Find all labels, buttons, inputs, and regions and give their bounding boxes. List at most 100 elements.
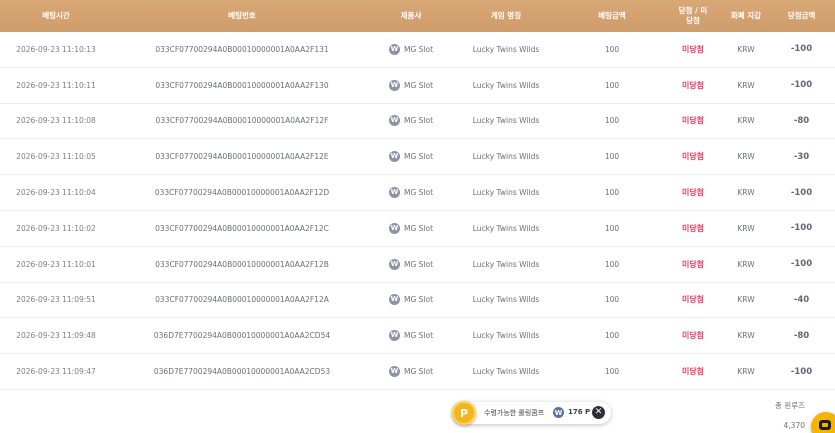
total-value: 4,370	[783, 421, 805, 430]
cell-provider: W MG Slot	[372, 79, 450, 91]
cell-game: Lucky Twins Wilds	[472, 80, 540, 90]
table-row[interactable]: 2026-09-23 11:09:47 036D7E7700294A0B0001…	[0, 354, 835, 390]
table-row[interactable]: 2026-09-23 11:10:08 033CF07700294A0B0001…	[0, 104, 835, 140]
mg-slot-logo-icon: W	[388, 151, 400, 163]
cell-bet-amount: 100	[604, 44, 620, 54]
cell-bet-amount: 100	[604, 367, 620, 377]
cell-time: 2026-09-23 11:10:11	[16, 80, 96, 90]
cell-currency: KRW	[737, 223, 755, 233]
col-header-win: 당첨금액	[787, 11, 816, 20]
bet-history-table: 베팅시간 베팅번호 제품사 게임 명칭 베팅금액 당첨 / 미당첨 화폐 지갑 …	[0, 0, 835, 390]
cell-game: Lucky Twins Wilds	[472, 152, 540, 162]
provider-name: MG Slot	[403, 188, 434, 198]
cell-result: 미당첨	[681, 188, 705, 198]
cell-win-amount: -100	[790, 80, 813, 91]
provider-name: MG Slot	[403, 259, 434, 269]
rolling-comp-label: 수령가능한 롤링콤프	[484, 409, 545, 417]
cell-time: 2026-09-23 11:10:13	[16, 44, 96, 54]
col-header-currency: 화폐 지갑	[730, 11, 762, 20]
provider-name: MG Slot	[403, 80, 434, 90]
cell-win-amount: -80	[793, 330, 810, 341]
table-row[interactable]: 2026-09-23 11:10:04 033CF07700294A0B0001…	[0, 175, 835, 211]
cell-currency: KRW	[737, 295, 755, 305]
cell-provider: W MG Slot	[372, 294, 450, 306]
col-header-time: 베팅시간	[42, 11, 70, 20]
cell-currency: KRW	[737, 331, 755, 341]
cell-game: Lucky Twins Wilds	[472, 295, 540, 305]
cell-bet-id: 033CF07700294A0B00010000001A0AA2F12D	[154, 188, 330, 198]
provider-name: MG Slot	[403, 116, 434, 126]
col-header-provider: 제품사	[400, 11, 422, 20]
cell-win-amount: -100	[790, 223, 813, 234]
provider-name: MG Slot	[403, 367, 434, 377]
cell-provider: W MG Slot	[372, 366, 450, 378]
col-header-game: 게임 명칭	[490, 11, 522, 20]
mg-slot-logo-icon: W	[388, 330, 400, 342]
cell-bet-id: 036D7E7700294A0B00010000001A0AA2CD54	[153, 331, 331, 341]
cell-time: 2026-09-23 11:10:04	[16, 188, 96, 198]
cell-time: 2026-09-23 11:10:05	[16, 152, 96, 162]
cell-time: 2026-09-23 11:09:47	[16, 367, 96, 377]
cell-game: Lucky Twins Wilds	[472, 188, 540, 198]
cell-time: 2026-09-23 11:09:51	[16, 295, 96, 305]
table-row[interactable]: 2026-09-23 11:09:51 033CF07700294A0B0001…	[0, 283, 835, 319]
cell-time: 2026-09-23 11:10:01	[16, 259, 96, 269]
cell-result: 미당첨	[681, 331, 705, 341]
cell-provider: W MG Slot	[372, 258, 450, 270]
mg-slot-logo-icon: W	[388, 115, 400, 127]
rolling-comp-banner[interactable]: P 수령가능한 롤링콤프 W 176 P ✕	[452, 401, 611, 425]
cell-bet-id: 033CF07700294A0B00010000001A0AA2F12C	[155, 223, 329, 233]
cell-result: 미당첨	[681, 295, 705, 305]
mg-slot-logo-icon: W	[388, 187, 400, 199]
cell-time: 2026-09-23 11:09:48	[16, 331, 96, 341]
cell-bet-id: 033CF07700294A0B00010000001A0AA2F12E	[155, 152, 329, 162]
table-row[interactable]: 2026-09-23 11:10:11 033CF07700294A0B0001…	[0, 68, 835, 104]
provider-name: MG Slot	[403, 331, 434, 341]
mg-slot-logo-icon: W	[388, 43, 400, 55]
table-body: 2026-09-23 11:10:13 033CF07700294A0B0001…	[0, 32, 835, 390]
cell-bet-id: 033CF07700294A0B00010000001A0AA2F131	[155, 44, 329, 54]
cell-provider: W MG Slot	[372, 43, 450, 55]
cell-win-amount: -80	[793, 115, 810, 126]
table-row[interactable]: 2026-09-23 11:10:02 033CF07700294A0B0001…	[0, 211, 835, 247]
chat-icon	[819, 420, 831, 430]
cell-provider: W MG Slot	[372, 330, 450, 342]
cell-bet-amount: 100	[604, 223, 620, 233]
cell-bet-amount: 100	[604, 188, 620, 198]
total-label: 총 윈루즈	[775, 401, 805, 410]
cell-result: 미당첨	[681, 152, 705, 162]
cell-result: 미당첨	[681, 223, 705, 233]
cell-bet-amount: 100	[604, 295, 620, 305]
cell-currency: KRW	[737, 259, 755, 269]
cell-result: 미당첨	[681, 44, 705, 54]
cell-currency: KRW	[737, 80, 755, 90]
table-row[interactable]: 2026-09-23 11:09:48 036D7E7700294A0B0001…	[0, 318, 835, 355]
col-header-bet: 베팅금액	[598, 11, 626, 20]
provider-name: MG Slot	[403, 223, 434, 233]
cell-provider: W MG Slot	[372, 222, 450, 234]
cell-result: 미당첨	[681, 259, 705, 269]
cell-currency: KRW	[737, 152, 755, 162]
point-badge-icon: P	[452, 401, 476, 425]
col-header-id: 베팅번호	[228, 11, 256, 20]
table-row[interactable]: 2026-09-23 11:10:05 033CF07700294A0B0001…	[0, 139, 835, 176]
chat-button[interactable]	[811, 412, 835, 433]
table-row[interactable]: 2026-09-23 11:10:13 033CF07700294A0B0001…	[0, 32, 835, 68]
cell-game: Lucky Twins Wilds	[472, 44, 540, 54]
cell-result: 미당첨	[681, 367, 705, 377]
cell-game: Lucky Twins Wilds	[472, 331, 540, 341]
cell-provider: W MG Slot	[372, 115, 450, 127]
close-icon[interactable]: ✕	[592, 406, 605, 419]
mg-slot-logo-icon: W	[388, 79, 400, 91]
mg-slot-logo-icon: W	[388, 258, 400, 270]
cell-bet-amount: 100	[604, 116, 620, 126]
cell-bet-amount: 100	[604, 259, 620, 269]
cell-bet-id: 033CF07700294A0B00010000001A0AA2F12B	[155, 259, 329, 269]
rolling-comp-amount: 176 P	[568, 408, 591, 416]
cell-win-amount: -100	[790, 366, 813, 377]
cell-win-amount: -40	[793, 294, 810, 305]
provider-name: MG Slot	[403, 44, 434, 54]
cell-provider: W MG Slot	[372, 187, 450, 199]
table-row[interactable]: 2026-09-23 11:10:01 033CF07700294A0B0001…	[0, 247, 835, 283]
mg-slot-logo-icon: W	[388, 294, 400, 306]
